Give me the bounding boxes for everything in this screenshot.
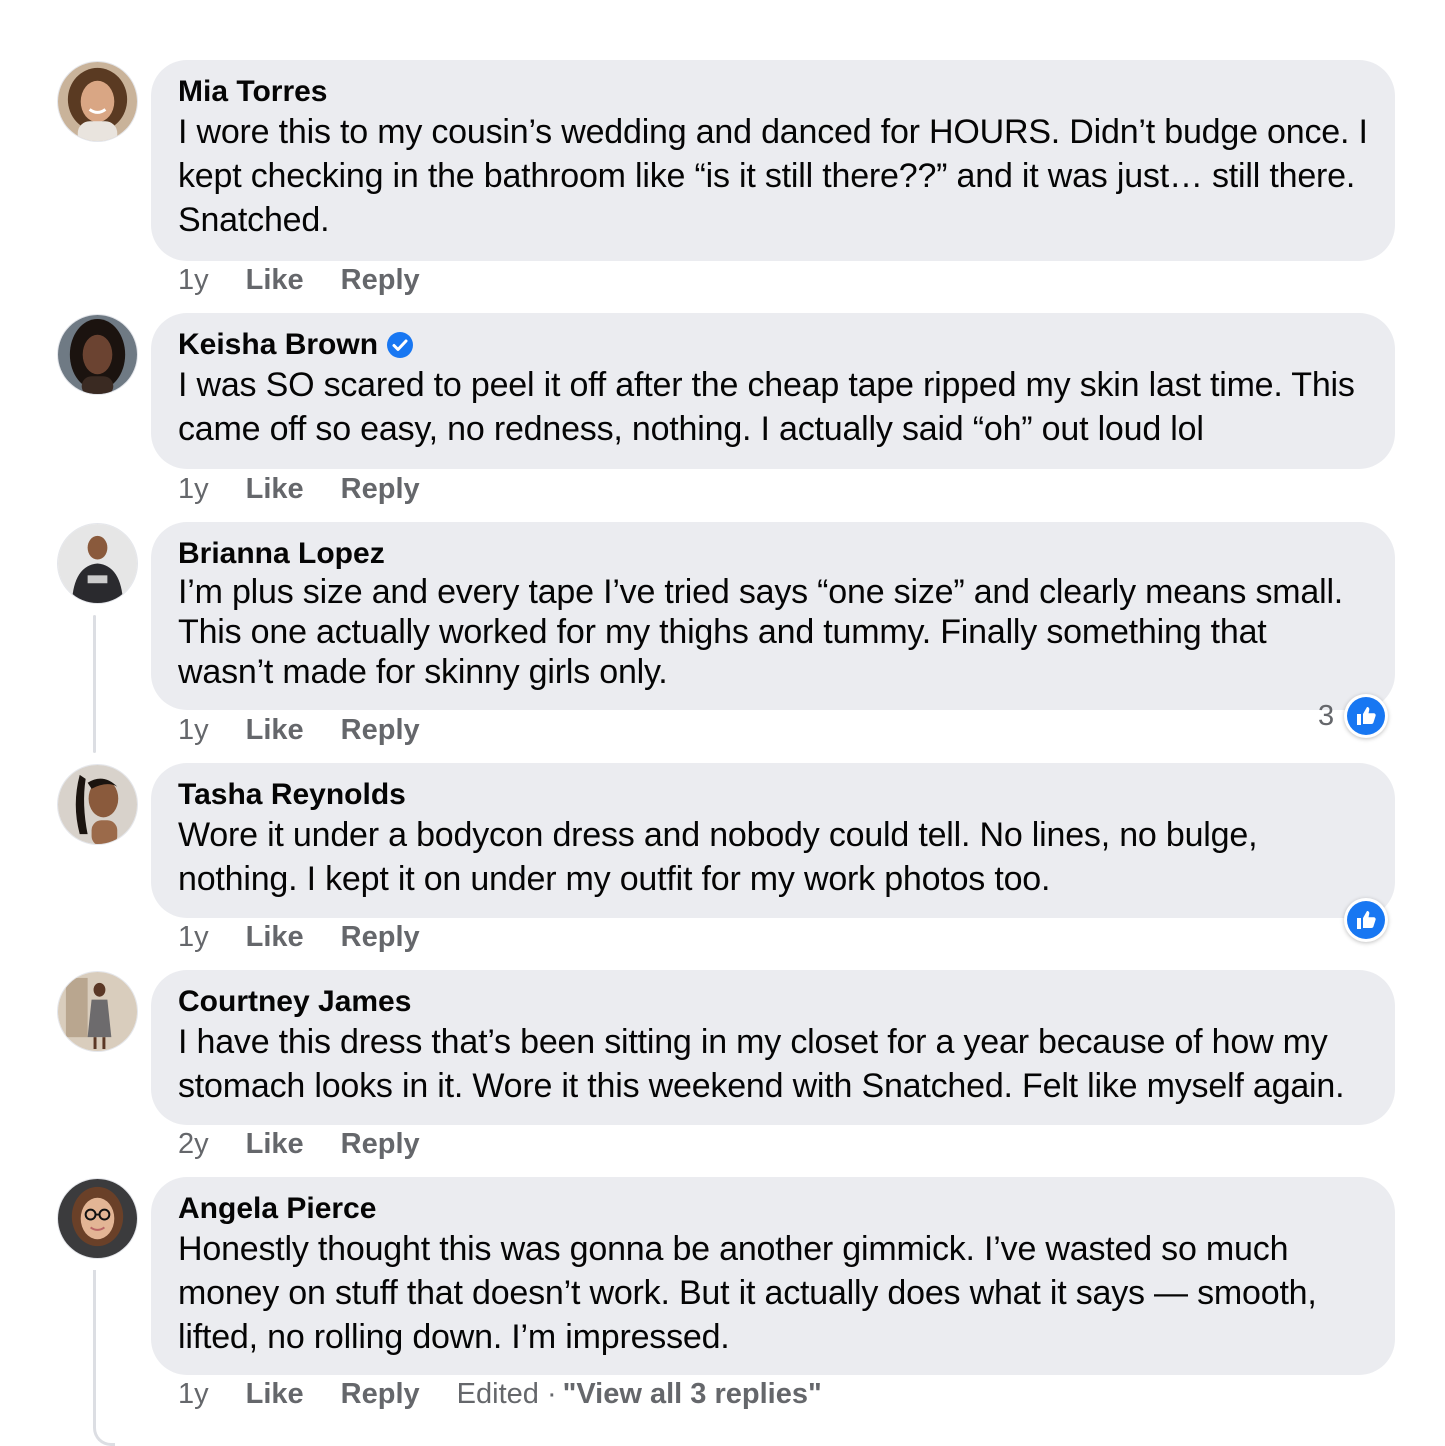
comment-text: I was SO scared to peel it off after the… (178, 366, 1355, 448)
like-button[interactable]: Like (246, 473, 304, 506)
thumbs-up-icon (1344, 898, 1388, 942)
thread-line (93, 615, 96, 753)
avatar[interactable] (58, 972, 137, 1051)
comment-text: Honestly thought this was gonna be anoth… (178, 1230, 1317, 1356)
commenter-name-text[interactable]: Brianna Lopez (178, 536, 385, 572)
thread-line (93, 1270, 115, 1446)
avatar[interactable] (58, 62, 137, 141)
comment-bubble: Tasha Reynolds Wore it under a bodycon d… (151, 763, 1395, 918)
like-button[interactable]: Like (246, 1378, 304, 1411)
comment-actions: 1y Like Reply (178, 921, 457, 954)
commenter-name-text[interactable]: Courtney James (178, 984, 411, 1020)
commenter-name[interactable]: Brianna Lopez (178, 536, 1368, 572)
comment-actions: 1y Like Reply (178, 264, 457, 297)
comment-text: I’m plus size and every tape I’ve tried … (178, 573, 1344, 691)
avatar[interactable] (58, 1179, 137, 1258)
reaction-summary[interactable]: 3 (1318, 694, 1389, 738)
view-replies-link[interactable]: "View all 3 replies" (563, 1378, 822, 1411)
comment-bubble: Brianna Lopez I’m plus size and every ta… (151, 522, 1395, 710)
reply-button[interactable]: Reply (341, 921, 420, 954)
commenter-name[interactable]: Tasha Reynolds (178, 777, 1368, 813)
reaction-count: 3 (1318, 699, 1335, 732)
comment-actions: 1y Like Reply (178, 714, 457, 747)
commenter-name-text[interactable]: Keisha Brown (178, 327, 378, 363)
like-button[interactable]: Like (246, 921, 304, 954)
comment-bubble: Courtney James I have this dress that’s … (151, 970, 1395, 1125)
commenter-name[interactable]: Keisha Brown (178, 327, 1368, 363)
commenter-name-text[interactable]: Tasha Reynolds (178, 777, 406, 813)
reply-button[interactable]: Reply (341, 473, 420, 506)
thumbs-up-icon (1344, 694, 1389, 738)
reply-button[interactable]: Reply (341, 1378, 420, 1411)
comment-bubble: Angela Pierce Honestly thought this was … (151, 1177, 1395, 1375)
commenter-name[interactable]: Angela Pierce (178, 1191, 1368, 1227)
comment-timestamp[interactable]: 1y (178, 714, 209, 747)
comment-timestamp[interactable]: 2y (178, 1128, 209, 1161)
reply-button[interactable]: Reply (341, 264, 420, 297)
comment-bubble: Mia Torres I wore this to my cousin’s we… (151, 60, 1395, 261)
avatar[interactable] (58, 765, 137, 844)
avatar[interactable] (58, 524, 137, 603)
commenter-name-text[interactable]: Mia Torres (178, 74, 328, 110)
commenter-name-text[interactable]: Angela Pierce (178, 1191, 376, 1227)
comment-timestamp[interactable]: 1y (178, 264, 209, 297)
comment-timestamp[interactable]: 1y (178, 921, 209, 954)
like-button[interactable]: Like (246, 1128, 304, 1161)
comment-actions: 1y Like Reply Edited · "View all 3 repli… (178, 1378, 822, 1411)
commenter-name[interactable]: Mia Torres (178, 74, 1368, 110)
comment-text: I have this dress that’s been sitting in… (178, 1023, 1345, 1105)
commenter-name[interactable]: Courtney James (178, 984, 1368, 1020)
comment-timestamp[interactable]: 1y (178, 473, 209, 506)
comment-text: Wore it under a bodycon dress and nobody… (178, 816, 1258, 898)
avatar[interactable] (58, 315, 137, 394)
like-button[interactable]: Like (246, 714, 304, 747)
like-button[interactable]: Like (246, 264, 304, 297)
reply-button[interactable]: Reply (341, 1128, 420, 1161)
verified-badge-icon (386, 331, 414, 359)
comment-actions: 1y Like Reply (178, 473, 457, 506)
reaction-summary[interactable] (1344, 898, 1388, 942)
comment-text: I wore this to my cousin’s wedding and d… (178, 113, 1368, 239)
reply-button[interactable]: Reply (341, 714, 420, 747)
comment-bubble: Keisha Brown I was SO scared to peel it … (151, 313, 1395, 469)
comment-timestamp[interactable]: 1y (178, 1378, 209, 1411)
edited-label: Edited · (456, 1378, 557, 1410)
comment-actions: 2y Like Reply (178, 1128, 457, 1161)
